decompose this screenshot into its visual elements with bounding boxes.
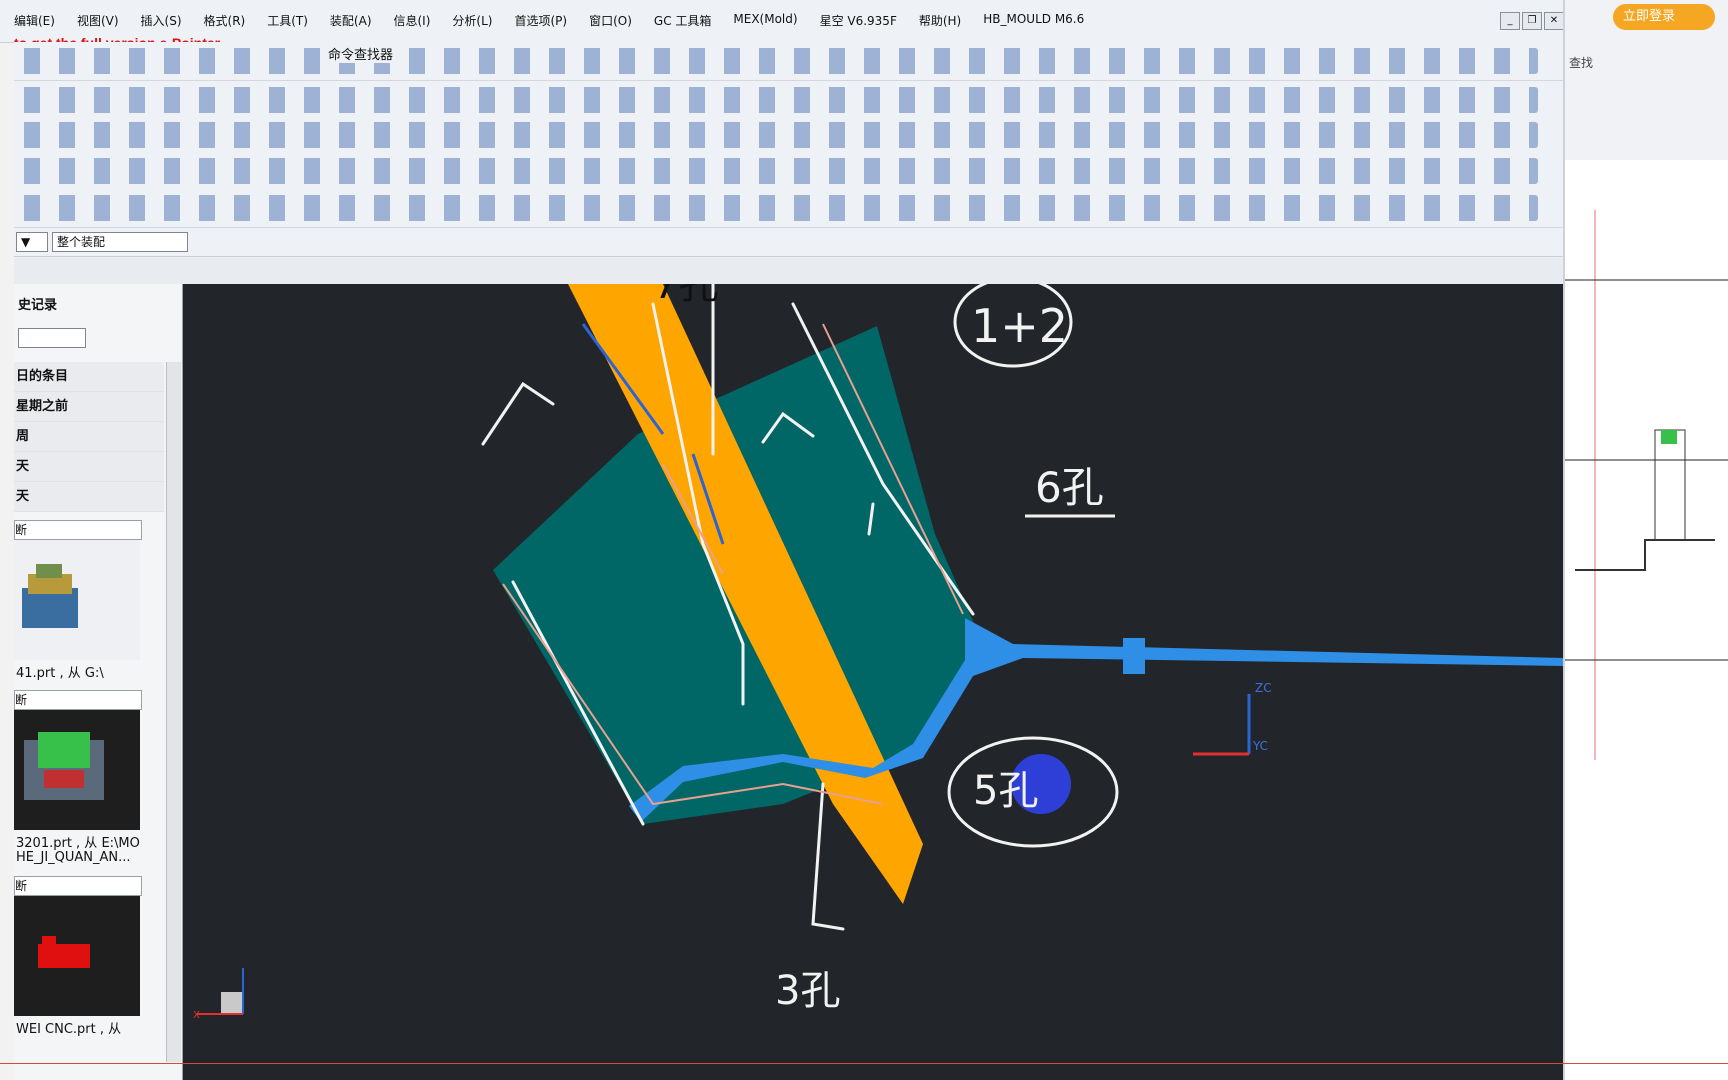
menu-format[interactable]: 格式(R) bbox=[204, 12, 246, 29]
history-file[interactable]: 41.prt , 从 G:\ bbox=[16, 662, 104, 681]
history-group[interactable]: 天 bbox=[14, 482, 164, 512]
right-panel-header: 立即登录 查找 bbox=[1565, 0, 1728, 160]
menu-assembly[interactable]: 装配(A) bbox=[330, 12, 372, 29]
window-buttons: _ ❐ ✕ bbox=[1500, 12, 1564, 30]
right-side-panel: 立即登录 查找 bbox=[1563, 0, 1728, 1080]
axis-label-zc: ZC bbox=[1255, 681, 1272, 695]
menu-hb-mould[interactable]: HB_MOULD M6.6 bbox=[983, 12, 1084, 29]
triad-x-label: X bbox=[193, 1010, 200, 1021]
toolbar-icons[interactable] bbox=[18, 158, 1538, 184]
menu-help[interactable]: 帮助(H) bbox=[919, 12, 961, 29]
annotation-3-holes: 3孔 bbox=[775, 968, 840, 1014]
toolbar-row-3 bbox=[14, 116, 1563, 155]
section-header[interactable]: 断 bbox=[14, 520, 142, 540]
close-button[interactable]: ✕ bbox=[1544, 12, 1564, 30]
annotation-1plus2: 1+2 bbox=[971, 299, 1068, 353]
menu-info[interactable]: 信息(I) bbox=[394, 12, 431, 29]
section-header[interactable]: 断 bbox=[14, 690, 142, 710]
menu-preferences[interactable]: 首选项(P) bbox=[514, 12, 567, 29]
model-view[interactable]: 1+2 6孔 5孔 3孔 7孔 ZC YC X bbox=[183, 284, 1563, 1080]
history-group[interactable]: 天 bbox=[14, 452, 164, 482]
part-thumbnail[interactable] bbox=[14, 710, 140, 830]
section-header[interactable]: 断 bbox=[14, 876, 142, 896]
scope-filter-dropdown[interactable]: 整个装配 bbox=[52, 232, 188, 252]
panel-title: 史记录 bbox=[18, 298, 58, 313]
toolbar-icons[interactable] bbox=[18, 195, 1538, 221]
history-file[interactable]: 3201.prt , 从 E:\MO bbox=[16, 832, 140, 851]
axis-label-yc: YC bbox=[1252, 739, 1268, 753]
history-group[interactable]: 周 bbox=[14, 422, 164, 452]
annotation-5-holes: 5孔 bbox=[973, 768, 1038, 814]
blue-boss bbox=[1123, 638, 1145, 674]
menu-items: 编辑(E) 视图(V) 插入(S) 格式(R) 工具(T) 装配(A) 信息(I… bbox=[14, 12, 1084, 29]
red-part-thumbnail bbox=[38, 936, 90, 968]
command-finder-button[interactable]: 命令查找器 bbox=[324, 44, 398, 63]
menu-mex-mold[interactable]: MEX(Mold) bbox=[733, 12, 797, 29]
menu-view[interactable]: 视图(V) bbox=[77, 12, 119, 29]
history-group[interactable]: 星期之前 bbox=[14, 392, 164, 422]
history-groups: 日的条目 星期之前 周 天 天 bbox=[14, 362, 164, 512]
annotation-6-holes: 6孔 bbox=[1035, 463, 1104, 512]
history-panel: 史记录 日的条目 星期之前 周 天 天 断 41.prt , 从 G:\ 断 3… bbox=[14, 284, 183, 1080]
history-group[interactable]: 日的条目 bbox=[14, 362, 164, 392]
red-guide-line bbox=[0, 1063, 1728, 1064]
type-filter-dropdown[interactable]: ▼ bbox=[16, 232, 48, 252]
toolbar-row-1 bbox=[14, 42, 1563, 81]
login-button[interactable]: 立即登录 bbox=[1613, 4, 1715, 30]
menu-bar: 编辑(E) 视图(V) 插入(S) 格式(R) 工具(T) 装配(A) 信息(I… bbox=[0, 0, 1564, 51]
toolbar-icons[interactable] bbox=[18, 87, 1538, 113]
restore-button[interactable]: ❐ bbox=[1522, 12, 1542, 30]
mold-thumbnail-image bbox=[22, 564, 78, 628]
toolbar-icons[interactable] bbox=[18, 122, 1538, 148]
drawing-preview bbox=[1565, 210, 1728, 760]
menu-window[interactable]: 窗口(O) bbox=[589, 12, 632, 29]
annotation-7-holes: 7孔 bbox=[653, 284, 718, 308]
menu-tools[interactable]: 工具(T) bbox=[267, 12, 308, 29]
part-thumbnail[interactable] bbox=[14, 540, 140, 660]
history-filter-combo[interactable] bbox=[18, 328, 86, 348]
toolbar-row-4 bbox=[14, 152, 1563, 191]
menu-analysis[interactable]: 分析(L) bbox=[452, 12, 492, 29]
selection-bar: ▼ 整个装配 bbox=[14, 228, 1563, 257]
panel-scrollbar[interactable] bbox=[166, 362, 181, 1062]
menu-insert[interactable]: 插入(S) bbox=[141, 12, 182, 29]
mold-thumbnail-image bbox=[24, 732, 104, 800]
find-label[interactable]: 查找 bbox=[1569, 54, 1593, 71]
toolbar-icons[interactable] bbox=[18, 48, 1538, 74]
part-thumbnail[interactable] bbox=[14, 896, 140, 1016]
view-triad: X bbox=[193, 968, 244, 1021]
minimize-button[interactable]: _ bbox=[1500, 12, 1520, 30]
history-file[interactable]: HE_JI_QUAN_AN... bbox=[16, 850, 131, 865]
menu-edit[interactable]: 编辑(E) bbox=[14, 12, 55, 29]
menu-xingkong[interactable]: 星空 V6.935F bbox=[820, 12, 897, 29]
datum-csys: ZC YC bbox=[1193, 681, 1272, 756]
menu-gc-toolbox[interactable]: GC 工具箱 bbox=[654, 12, 712, 29]
toolbar-row-2 bbox=[14, 81, 1563, 120]
history-file[interactable]: WEI CNC.prt , 从 bbox=[16, 1018, 121, 1037]
graphics-title-strip bbox=[14, 258, 1563, 285]
toolbar-row-5 bbox=[14, 189, 1563, 228]
graphics-viewport[interactable]: 1+2 6孔 5孔 3孔 7孔 ZC YC X bbox=[183, 284, 1563, 1080]
